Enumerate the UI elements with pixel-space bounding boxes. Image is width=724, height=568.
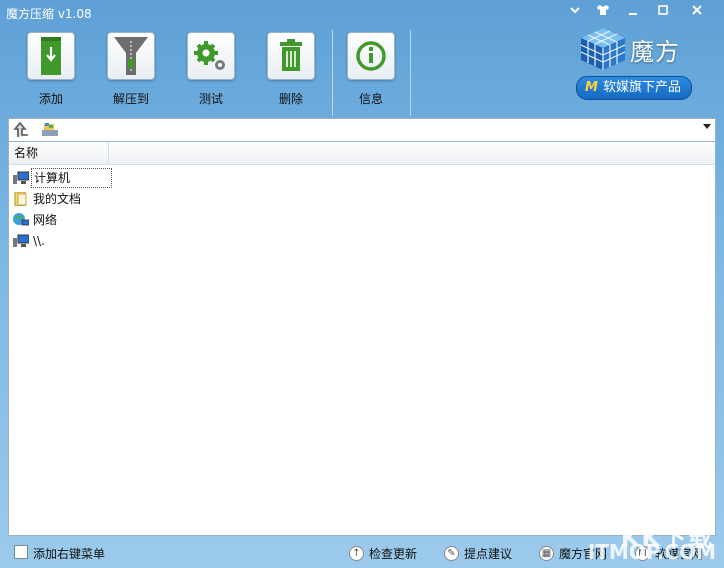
column-header-row: 名称 [9, 142, 715, 165]
app-window: 魔方压缩 v1.08 添加 解压到 测试 删除 信息 魔方 M 软媒旗下产品 名… [0, 0, 724, 568]
extract-to-label: 解压到 [112, 92, 149, 106]
add-label: 添加 [38, 92, 63, 106]
toolbar-separator [410, 30, 411, 116]
minimize-button[interactable] [622, 3, 644, 23]
skin-shirt-icon[interactable] [592, 3, 614, 23]
path-input[interactable] [67, 121, 701, 141]
suggest-link[interactable]: ✎ 提点建议 [444, 545, 534, 563]
list-item[interactable]: 我的文档 [11, 189, 211, 209]
delete-button[interactable]: 删除 [256, 30, 326, 114]
list-item[interactable]: 网络 [11, 210, 211, 230]
ruanmei-logo-icon: M [585, 80, 598, 95]
network-icon [13, 213, 30, 227]
check-update-link[interactable]: ↑ 检查更新 [349, 545, 439, 563]
toolbar-separator [332, 30, 333, 116]
list-item[interactable]: 计算机 [11, 168, 211, 188]
test-label: 测试 [198, 92, 223, 106]
maximize-button[interactable] [652, 3, 674, 23]
arrow-up-icon: ↑ [349, 546, 364, 561]
cube-icon: ▦ [539, 546, 554, 561]
context-menu-text: 添加右键菜单 [33, 547, 106, 561]
info-icon [347, 32, 395, 80]
context-menu-label[interactable]: 添加右键菜单 [33, 545, 153, 563]
extract-zipper-icon [107, 32, 155, 80]
list-item-label: 网络 [33, 213, 58, 227]
list-item-label: \\. [33, 234, 45, 248]
info-label: 信息 [358, 92, 383, 106]
info-button[interactable]: 信息 [336, 30, 406, 114]
list-item-label: 我的文档 [33, 192, 82, 206]
pen-icon: ✎ [444, 546, 459, 561]
minimize-to-tray-icon[interactable] [564, 3, 586, 23]
ruanmei-product-badge[interactable]: M 软媒旗下产品 [576, 76, 692, 100]
up-folder-icon[interactable] [13, 121, 33, 139]
window-title: 魔方压缩 v1.08 [6, 7, 92, 21]
column-header-name[interactable]: 名称 [9, 142, 109, 164]
gears-icon [187, 32, 235, 80]
brand-area: 魔方 M 软媒旗下产品 [574, 24, 714, 104]
computer-icon [13, 234, 30, 248]
add-icon [27, 32, 75, 80]
test-button[interactable]: 测试 [176, 30, 246, 114]
badge-label: 软媒旗下产品 [603, 80, 682, 95]
extract-to-button[interactable]: 解压到 [96, 30, 166, 114]
delete-label: 删除 [278, 92, 303, 106]
file-list: 名称 计算机 我的文档 网络 \\. [8, 142, 716, 536]
suggest-text: 提点建议 [464, 547, 513, 561]
address-bar [8, 118, 716, 142]
cube-logo-icon [580, 28, 626, 70]
add-button[interactable]: 添加 [16, 30, 86, 114]
brand-name: 魔方 [630, 38, 680, 66]
list-item[interactable]: \\. [11, 231, 211, 251]
documents-icon [13, 191, 29, 207]
list-item-label: 计算机 [31, 168, 112, 188]
watermark: KK下载 ITMOP.COM [588, 518, 722, 566]
title-bar: 魔方压缩 v1.08 [0, 0, 724, 26]
drive-icon[interactable] [41, 121, 61, 139]
chevron-down-icon[interactable] [703, 124, 711, 129]
computer-icon [13, 171, 30, 185]
trash-icon [267, 32, 315, 80]
check-update-text: 检查更新 [369, 547, 418, 561]
watermark-line2: ITMOP.COM [587, 540, 716, 564]
close-button[interactable] [686, 3, 708, 23]
